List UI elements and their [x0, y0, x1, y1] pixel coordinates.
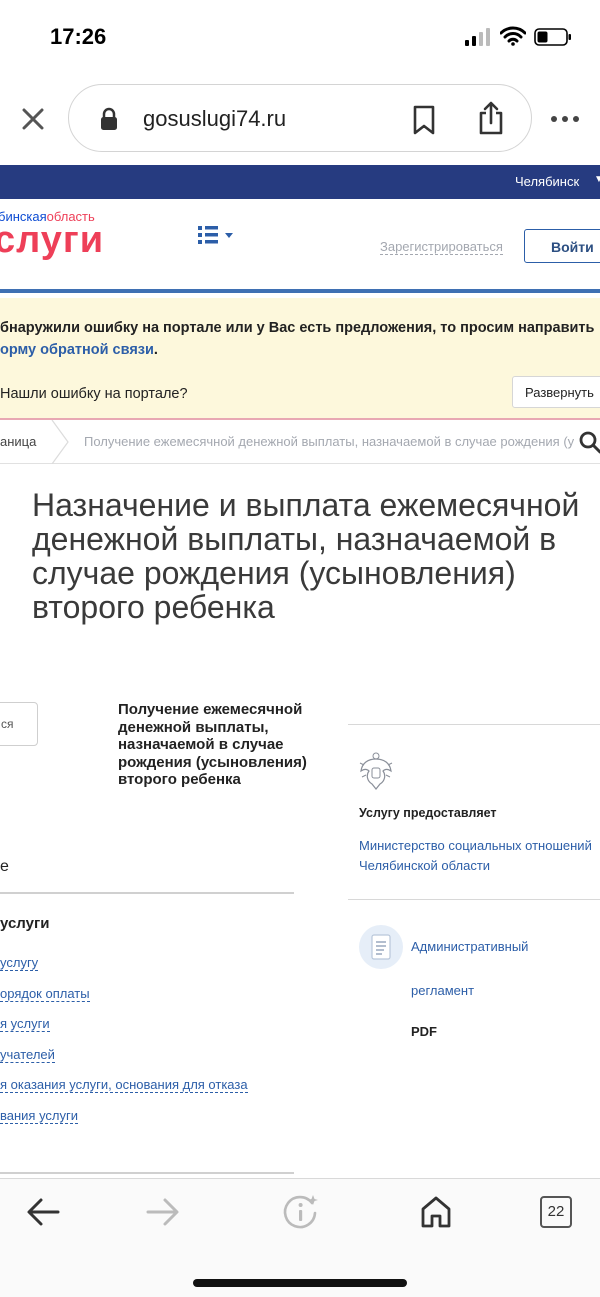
nav-link[interactable]: учателей	[0, 1046, 55, 1063]
expand-button[interactable]: Развернуть	[512, 376, 600, 408]
nav-link[interactable]: я услуги	[0, 1016, 50, 1033]
divider	[0, 1172, 294, 1174]
coat-of-arms-icon	[359, 752, 393, 790]
logo[interactable]: слуги	[0, 219, 104, 262]
status-bar: 17:26	[0, 0, 600, 78]
chevron-down-icon[interactable]: ▼	[594, 174, 600, 185]
region-selector[interactable]: Челябинск	[515, 174, 579, 189]
regulation-link[interactable]: Административный	[411, 939, 528, 954]
address-bar[interactable]: gosuslugi74.ru	[68, 84, 532, 152]
home-indicator	[193, 1279, 407, 1287]
feedback-line-2: орму обратной связи.	[0, 339, 600, 361]
nav-link[interactable]: вания услуги	[0, 1107, 79, 1124]
breadcrumb-current: Получение ежемесячной денежной выплаты, …	[84, 434, 574, 449]
divider	[348, 724, 600, 725]
service-subtitle: Получение ежемесячной денежной выплаты, …	[118, 701, 307, 788]
provider-label: Услугу предоставляет	[359, 806, 497, 820]
home-icon[interactable]	[420, 1195, 452, 1229]
page-title: Назначение и выплата ежемесячной денежно…	[32, 487, 580, 625]
regulation-link-cont[interactable]: регламент	[411, 983, 474, 998]
menu-list-icon[interactable]	[196, 223, 236, 247]
nav-item[interactable]: услугу	[0, 955, 300, 986]
browser-bottom-toolbar: 22	[0, 1178, 600, 1297]
feedback-line-1: бнаружили ошибку на портале или у Вас ес…	[0, 320, 595, 336]
forward-arrow-icon[interactable]	[146, 1197, 180, 1227]
register-link[interactable]: Зарегистрироваться	[380, 239, 503, 255]
search-icon[interactable]	[578, 430, 600, 454]
nav-item[interactable]: орядок оплаты	[0, 985, 300, 1017]
lock-icon	[101, 107, 117, 130]
document-icon[interactable]	[359, 925, 403, 969]
battery-icon	[534, 28, 571, 46]
breadcrumb-separator	[51, 420, 69, 464]
nav-item[interactable]: учателей	[0, 1046, 300, 1078]
tabs-count-button[interactable]: 22	[540, 1196, 572, 1228]
site-header: бинскаяобласть слуги Зарегистрироваться …	[0, 199, 600, 291]
more-icon[interactable]	[550, 112, 580, 126]
feedback-banner: бнаружили ошибку на портале или у Вас ес…	[0, 298, 600, 420]
feedback-message: бнаружили ошибку на портале или у Вас ес…	[0, 317, 600, 361]
browser-bar: gosuslugi74.ru	[0, 82, 600, 158]
nav-link[interactable]: я оказания услуги, основания для отказа	[0, 1077, 248, 1094]
feedback-form-link[interactable]: орму обратной связи	[0, 342, 154, 358]
section-label: е	[0, 858, 9, 875]
cellular-signal-icon	[465, 28, 490, 46]
wifi-icon	[500, 26, 526, 46]
breadcrumb: аница Получение ежемесячной денежной вып…	[0, 420, 600, 464]
nav-item[interactable]: вания услуги	[0, 1107, 300, 1139]
nav-link[interactable]: орядок оплаты	[0, 985, 90, 1002]
url-text: gosuslugi74.ru	[143, 106, 287, 131]
share-icon[interactable]	[477, 101, 505, 135]
service-nav-list: услугу орядок оплаты я услуги учателей я…	[0, 955, 300, 1139]
breadcrumb-home-link[interactable]: аница	[0, 434, 36, 449]
divider	[0, 892, 294, 894]
partial-button[interactable]: ся	[0, 702, 38, 746]
login-button[interactable]: Войти	[524, 229, 600, 263]
error-question: Нашли ошибку на портале?	[0, 386, 188, 402]
provider-link[interactable]: Министерство социальных отношений Челяби…	[359, 836, 599, 876]
file-format-label: PDF	[411, 1024, 437, 1039]
page-info-icon[interactable]	[282, 1193, 320, 1231]
status-time: 17:26	[50, 24, 107, 49]
nav-item[interactable]: я оказания услуги, основания для отказа	[0, 1077, 300, 1108]
document-glyph	[371, 934, 391, 960]
service-nav-heading: услуги	[0, 915, 50, 932]
header-divider	[0, 289, 600, 293]
bookmark-icon[interactable]	[411, 105, 437, 135]
nav-item[interactable]: я услуги	[0, 1016, 300, 1047]
divider	[348, 899, 600, 900]
back-arrow-icon[interactable]	[26, 1197, 60, 1227]
feedback-line-2-end: .	[153, 342, 158, 358]
region-strip: Челябинск ▼	[0, 165, 600, 199]
close-icon[interactable]	[18, 104, 48, 134]
nav-link[interactable]: услугу	[0, 955, 39, 971]
